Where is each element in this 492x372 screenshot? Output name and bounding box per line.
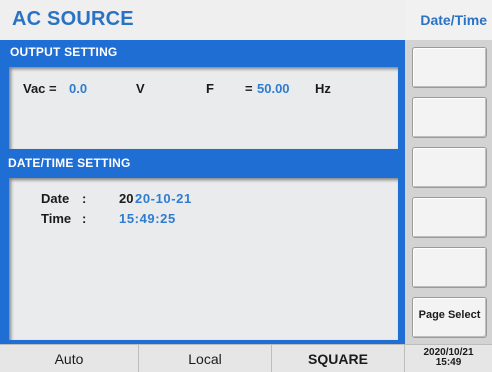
status-waveform: SQUARE [272,345,405,372]
datetime-setting-title: DATE/TIME SETTING [8,156,131,170]
date-label: Date [41,191,70,206]
softkey-2[interactable] [412,97,487,138]
freq-label: F [206,81,214,96]
output-setting-body: Vac = 0.0 V F = 50.00 Hz [9,67,398,149]
freq-value[interactable]: 50.00 [257,81,290,96]
date-century: 20 [119,191,134,206]
datetime-setting-body: Date : 20 20-10-21 Time : 15:49:25 [9,178,398,340]
softkey-1[interactable] [412,47,487,88]
time-label: Time [41,211,72,226]
date-value[interactable]: 20-10-21 [135,191,192,206]
page-select-button[interactable]: Page Select [412,297,487,338]
status-clock: 2020/10/21 15:49 [405,345,492,372]
status-control: Local [139,345,272,372]
softkey-sidebar: Date/Time Page Select [405,0,492,344]
freq-equals: = [245,81,253,96]
app-title-bar: AC SOURCE [0,0,405,40]
freq-unit: Hz [315,81,331,96]
output-setting-title: OUTPUT SETTING [10,45,118,59]
time-colon: : [82,211,87,226]
datetime-setting-panel: DATE/TIME SETTING Date : 20 20-10-21 Tim… [0,153,405,344]
sidebar-title: Date/Time [420,12,487,28]
app-title: AC SOURCE [12,8,134,30]
time-value[interactable]: 15:49:25 [119,211,176,226]
softkey-5[interactable] [412,247,487,288]
date-colon: : [82,191,87,206]
sidebar-header: Date/Time [405,0,492,40]
page-select-label: Page Select [418,309,481,321]
status-bar: Auto Local SQUARE 2020/10/21 15:49 [0,344,492,372]
softkey-3[interactable] [412,147,487,188]
softkey-4[interactable] [412,197,487,238]
clock-time: 15:49 [435,357,462,368]
vac-value[interactable]: 0.0 [69,81,87,96]
output-setting-panel: OUTPUT SETTING Vac = 0.0 V F = 50.00 Hz [0,40,405,153]
vac-label: Vac = [23,81,57,96]
status-mode: Auto [0,345,139,372]
vac-unit: V [136,81,145,96]
